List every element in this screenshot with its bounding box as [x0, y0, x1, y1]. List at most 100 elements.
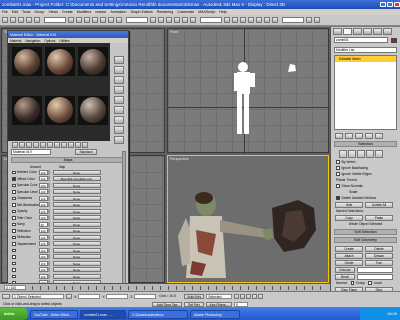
viewport-label[interactable]: Perspective [170, 157, 189, 161]
layer-manager-icon[interactable] [240, 17, 246, 23]
map-amount-spinner[interactable] [47, 176, 50, 182]
object-name-field[interactable]: zombi01 [334, 37, 388, 43]
med-menu-material[interactable]: Material [10, 39, 21, 43]
map-slot-button[interactable]: None [52, 228, 101, 234]
minimize-button[interactable] [380, 2, 386, 7]
menu-reactor[interactable]: reactor [95, 10, 106, 14]
reference-coord-dropdown[interactable] [126, 17, 148, 23]
map-slot-button[interactable]: None [52, 208, 101, 214]
map-slot-button[interactable]: None [52, 221, 101, 227]
material-type-button[interactable]: Standard [75, 149, 97, 155]
face-level-icon[interactable] [357, 150, 365, 158]
local-radio[interactable] [368, 281, 372, 285]
assign-material-icon[interactable] [26, 141, 32, 148]
redo-icon[interactable] [10, 17, 16, 23]
unlink-icon[interactable] [26, 17, 32, 23]
start-button[interactable]: Inicio [0, 308, 28, 320]
polygon-level-icon[interactable] [366, 150, 374, 158]
menu-customize[interactable]: Customize [177, 10, 194, 14]
quick-render-icon[interactable] [306, 17, 312, 23]
map-amount-spinner[interactable] [47, 267, 50, 273]
add-time-tag-button[interactable]: Add Time Tag [152, 301, 182, 307]
object-color-swatch[interactable] [391, 37, 397, 43]
bevel-amount-field[interactable] [357, 273, 393, 280]
manipulate-icon[interactable] [158, 17, 164, 23]
snaps-icon[interactable] [166, 17, 172, 23]
put-to-scene-icon[interactable] [19, 141, 25, 148]
zombie-rendered-model[interactable] [176, 186, 326, 282]
y-coordinate-field[interactable] [106, 294, 129, 299]
map-amount-spinner[interactable] [47, 215, 50, 221]
map-enabled-checkbox[interactable] [12, 268, 16, 272]
sample-slot[interactable] [78, 95, 108, 125]
map-slot-button[interactable]: None [52, 202, 101, 208]
task-youtube[interactable]: YouTube - Selec Wind... [30, 309, 78, 319]
select-by-material-icon[interactable] [114, 126, 124, 134]
map-amount-field[interactable]: 100 [38, 273, 48, 279]
move-icon[interactable] [100, 17, 106, 23]
sample-slot[interactable] [78, 47, 108, 76]
detach-button[interactable]: Detach [365, 252, 393, 259]
modify-tab-icon[interactable] [343, 27, 352, 35]
pivot-icon[interactable] [150, 17, 156, 23]
element-level-icon[interactable] [375, 150, 383, 158]
menu-help[interactable]: Help [219, 10, 226, 14]
video-color-check-icon[interactable] [114, 96, 124, 104]
map-slot-button[interactable]: None [52, 273, 101, 279]
menu-graph-editors[interactable]: Graph Editors [130, 10, 152, 14]
map-enabled-checkbox[interactable] [12, 248, 16, 252]
menu-views[interactable]: Views [48, 10, 58, 14]
configure-sets-icon[interactable] [375, 132, 383, 139]
map-slot-button[interactable]: None [52, 234, 101, 240]
material-editor-icon[interactable] [264, 17, 270, 23]
map-amount-spinner[interactable] [47, 260, 50, 266]
make-unique-icon[interactable] [40, 141, 46, 148]
options-icon[interactable] [114, 116, 124, 124]
menu-file[interactable]: File [2, 10, 8, 14]
scale-icon[interactable] [116, 17, 122, 23]
map-slot-button[interactable]: None [52, 241, 101, 247]
go-forward-sibling-icon[interactable] [82, 141, 88, 148]
undo-icon[interactable] [2, 17, 8, 23]
rectangle-select-icon[interactable] [84, 17, 90, 23]
map-amount-spinner[interactable] [47, 228, 50, 234]
map-amount-spinner[interactable] [47, 189, 50, 195]
percent-snap-icon[interactable] [182, 17, 188, 23]
render-setup-icon[interactable] [272, 17, 278, 23]
map-enabled-checkbox[interactable] [12, 170, 16, 174]
map-slot-button[interactable]: None [52, 254, 101, 260]
put-to-library-icon[interactable] [47, 141, 53, 148]
map-slot-button[interactable]: Map #19 (zombi01.png) [52, 176, 101, 182]
task-photoshop[interactable]: Adobe Photoshop [190, 309, 240, 319]
map-amount-field[interactable]: 100 [38, 195, 48, 201]
show-end-result-icon[interactable] [345, 132, 353, 139]
stack-item-editable-mesh[interactable]: Editable Mesh [335, 56, 396, 62]
next-frame-icon[interactable] [252, 294, 258, 299]
map-amount-spinner[interactable] [47, 241, 50, 247]
map-slot-button[interactable]: None [52, 247, 101, 253]
hierarchy-tab-icon[interactable] [353, 27, 362, 35]
vertex-level-icon[interactable] [339, 150, 347, 158]
go-to-parent-icon[interactable] [75, 141, 81, 148]
turn-button[interactable]: Turn [365, 259, 393, 266]
map-slot-button[interactable]: None [52, 215, 101, 221]
map-enabled-checkbox[interactable] [12, 274, 16, 278]
go-to-start-icon[interactable] [234, 294, 240, 299]
utilities-tab-icon[interactable] [383, 27, 392, 35]
menu-tools[interactable]: Tools [22, 10, 30, 14]
map-amount-spinner[interactable] [47, 254, 50, 260]
close-button[interactable] [394, 2, 400, 7]
task-3dsmax[interactable]: zombie01.max - ... [80, 309, 126, 319]
hide-button[interactable]: Hide [335, 201, 363, 208]
previous-frame-icon[interactable] [240, 294, 246, 299]
curve-editor-icon[interactable] [248, 17, 254, 23]
map-slot-button[interactable]: None [52, 169, 101, 175]
render-type-dropdown[interactable] [282, 17, 304, 23]
go-to-end-icon[interactable] [258, 294, 264, 299]
group-radio[interactable] [350, 281, 355, 285]
uv-tiling-icon[interactable] [114, 86, 124, 94]
material-name-field[interactable]: Material #19 [11, 149, 51, 155]
map-enabled-checkbox[interactable] [12, 190, 16, 194]
map-amount-spinner[interactable] [47, 247, 50, 253]
create-button[interactable]: Create [335, 245, 363, 252]
